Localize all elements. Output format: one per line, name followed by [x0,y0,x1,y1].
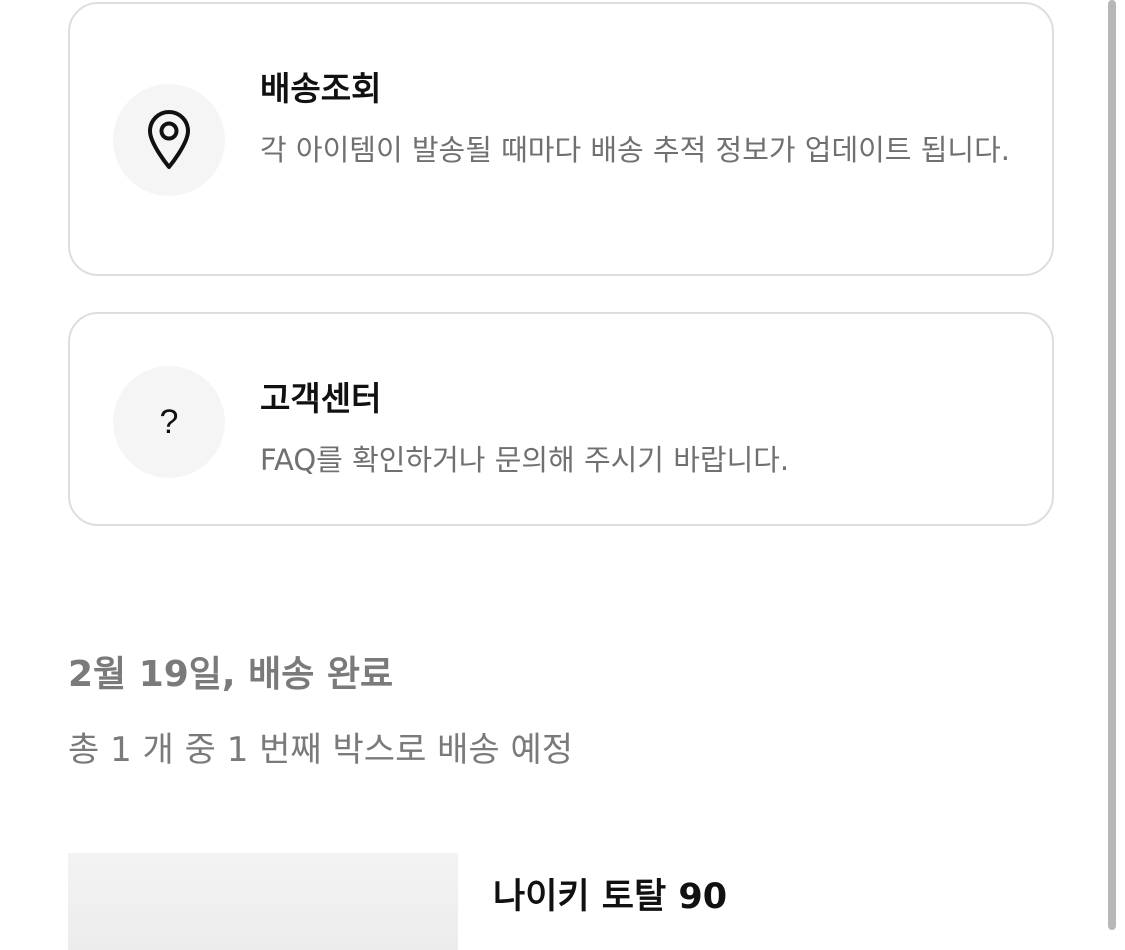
support-icon-circle: ? [113,366,225,478]
delivery-box-info: 총 1 개 중 1 번째 박스로 배송 예정 [68,730,574,770]
delivery-status-date: 2월 19일, 배송 완료 [68,654,394,695]
location-pin-icon [148,110,190,169]
tracking-icon-circle [113,84,225,196]
product-image[interactable] [68,853,458,950]
tracking-title: 배송조회 [260,69,382,108]
tracking-card[interactable]: 배송조회 각 아이템이 발송될 때마다 배송 추적 정보가 업데이트 됩니다. [68,2,1054,276]
support-description: FAQ를 확인하거나 문의해 주시기 바랍니다. [260,443,790,477]
tracking-description: 각 아이템이 발송될 때마다 배송 추적 정보가 업데이트 됩니다. [260,133,1010,167]
product-name[interactable]: 나이키 토탈 90 [493,868,727,919]
scrollbar[interactable] [1108,0,1116,930]
question-mark-icon: ? [159,403,179,441]
order-detail-page: 배송조회 각 아이템이 발송될 때마다 배송 추적 정보가 업데이트 됩니다. … [0,0,1125,950]
support-title: 고객센터 [260,379,382,418]
support-card[interactable]: ? 고객센터 FAQ를 확인하거나 문의해 주시기 바랍니다. [68,312,1054,526]
